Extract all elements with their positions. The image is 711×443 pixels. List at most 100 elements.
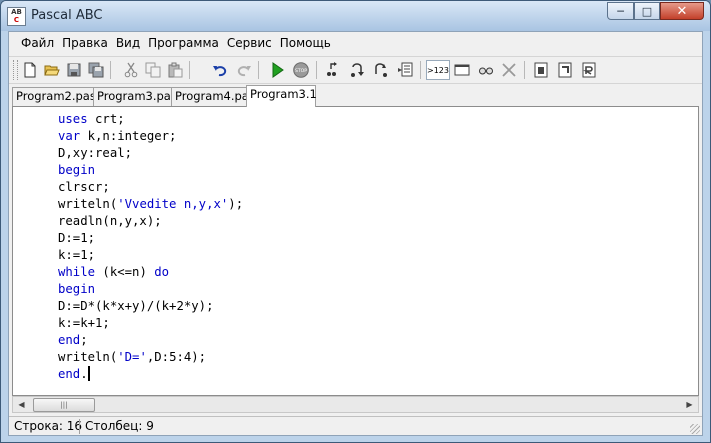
grip-icon: ||| [60, 401, 68, 409]
svg-text:STOP: STOP [295, 68, 307, 74]
open-button[interactable] [42, 60, 62, 80]
cut-button[interactable] [121, 60, 141, 80]
redo-icon [237, 66, 251, 77]
window-button[interactable] [452, 60, 472, 80]
main-window: AB C Pascal ABC ─ □ ✕ Файл Правка Вид Про… [0, 0, 711, 443]
status-divider [79, 419, 80, 434]
menu-program[interactable]: Программа [144, 36, 223, 50]
stop-icon: STOP [293, 62, 309, 78]
window-icon [454, 64, 470, 76]
code-editor[interactable]: uses crt; var k,n:integer; D,xy:real; be… [12, 106, 699, 396]
watch-button[interactable] [395, 60, 415, 80]
status-bar: Строка: 16 Столбец: 9 [9, 416, 702, 436]
window-title: Pascal ABC [31, 8, 103, 23]
tab-program2[interactable]: Program2.pas [12, 87, 96, 106]
code-line-11: begin [58, 282, 96, 296]
open-folder-icon [44, 65, 60, 76]
close-icon: ✕ [676, 3, 688, 19]
toolbar-grip[interactable] [13, 60, 18, 80]
code-line-1: uses crt; [58, 112, 125, 126]
menu-file[interactable]: Файл [17, 36, 58, 50]
pascal-app-icon: AB C [7, 7, 26, 26]
menu-view[interactable]: Вид [112, 36, 144, 50]
menu-service[interactable]: Сервис [223, 36, 276, 50]
save-icon [67, 63, 81, 77]
toolbar-separator [110, 61, 111, 79]
step-out-icon [375, 63, 387, 77]
tab-program3-1[interactable]: Program3.1 [246, 85, 317, 107]
doc-arrow-button[interactable] [555, 60, 575, 80]
step-out-button[interactable] [371, 60, 391, 80]
code-line-7: readln(n,y,x); [58, 214, 162, 228]
horizontal-scrollbar[interactable]: ◀ ||| ▶ [12, 396, 699, 413]
menu-help[interactable]: Помощь [276, 36, 335, 50]
code-line-13: k:=k+1; [58, 316, 110, 330]
doc-arrow-icon [558, 62, 572, 78]
code-line-8: D:=1; [58, 231, 96, 245]
paste-button[interactable] [165, 60, 185, 80]
maximize-button[interactable]: □ [634, 2, 660, 20]
close-x-icon [502, 63, 516, 77]
minimize-icon: ─ [617, 4, 624, 18]
code-line-10: while (k<=n) do [58, 265, 170, 279]
stop-button[interactable]: STOP [291, 60, 311, 80]
output-icon: >123 [427, 65, 449, 75]
toolbar-separator [258, 61, 259, 79]
output-button[interactable]: >123 [426, 60, 450, 80]
toolbar-separator [420, 61, 421, 79]
tab-program3[interactable]: Program3.pas [93, 87, 177, 106]
code-line-3: D,xy:real; [58, 146, 133, 160]
code-line-6: writeln('Vvedite n,y,x'); [58, 197, 244, 211]
new-file-icon [24, 62, 36, 78]
save-button[interactable] [64, 60, 84, 80]
step-over-button[interactable] [347, 60, 367, 80]
scroll-thumb[interactable]: ||| [33, 398, 95, 412]
code-line-2: var k,n:integer; [58, 129, 177, 143]
doc-r-button[interactable] [579, 60, 599, 80]
code-line-16: end. [58, 367, 88, 381]
toolbar-separator [524, 61, 525, 79]
glasses-icon [479, 67, 493, 75]
minimize-button[interactable]: ─ [607, 2, 634, 20]
resize-grip-icon[interactable] [690, 424, 700, 434]
glasses-button[interactable] [476, 60, 496, 80]
tab-program4[interactable]: Program4.pas [171, 87, 255, 106]
cut-icon [124, 62, 138, 78]
text-caret [87, 366, 90, 381]
status-column: Столбец: 9 [85, 419, 154, 433]
step-into-button[interactable] [323, 60, 343, 80]
run-button[interactable] [267, 60, 287, 80]
doc-r-icon [582, 62, 596, 78]
run-icon [272, 62, 284, 78]
code-line-5: clrscr; [58, 180, 110, 194]
doc-d-button[interactable] [531, 60, 551, 80]
copy-icon [145, 62, 161, 78]
toolbar-separator [316, 61, 317, 79]
code-line-4: begin [58, 163, 96, 177]
step-over-icon [351, 63, 364, 77]
paste-icon [168, 62, 183, 78]
close-button[interactable]: ✕ [660, 2, 704, 20]
scroll-left-button[interactable]: ◀ [13, 397, 30, 412]
undo-button[interactable] [210, 60, 230, 80]
code-line-14: end; [58, 333, 88, 347]
menu-bar: Файл Правка Вид Программа Сервис Помощь [9, 32, 702, 54]
save-all-icon [88, 62, 104, 78]
new-file-button[interactable] [20, 60, 40, 80]
scroll-right-button[interactable]: ▶ [681, 397, 698, 412]
copy-button[interactable] [143, 60, 163, 80]
delete-button[interactable] [499, 60, 519, 80]
code-line-15: writeln('D=',D:5:4); [58, 350, 207, 364]
redo-button[interactable] [234, 60, 254, 80]
doc-d-icon [534, 62, 548, 78]
undo-icon [213, 66, 227, 77]
menu-edit[interactable]: Правка [58, 36, 112, 50]
toolbar-separator [189, 61, 190, 79]
tab-bar: Program2.pas Program3.pas Program4.pas P… [9, 85, 702, 107]
title-bar[interactable]: AB C Pascal ABC ─ □ ✕ [1, 1, 710, 31]
arrow-left-icon: ◀ [18, 400, 25, 409]
arrow-right-icon: ▶ [686, 400, 693, 409]
client-area: Файл Правка Вид Программа Сервис Помощь [8, 31, 703, 436]
save-all-button[interactable] [86, 60, 106, 80]
code-text[interactable]: uses crt; var k,n:integer; D,xy:real; be… [58, 111, 243, 383]
